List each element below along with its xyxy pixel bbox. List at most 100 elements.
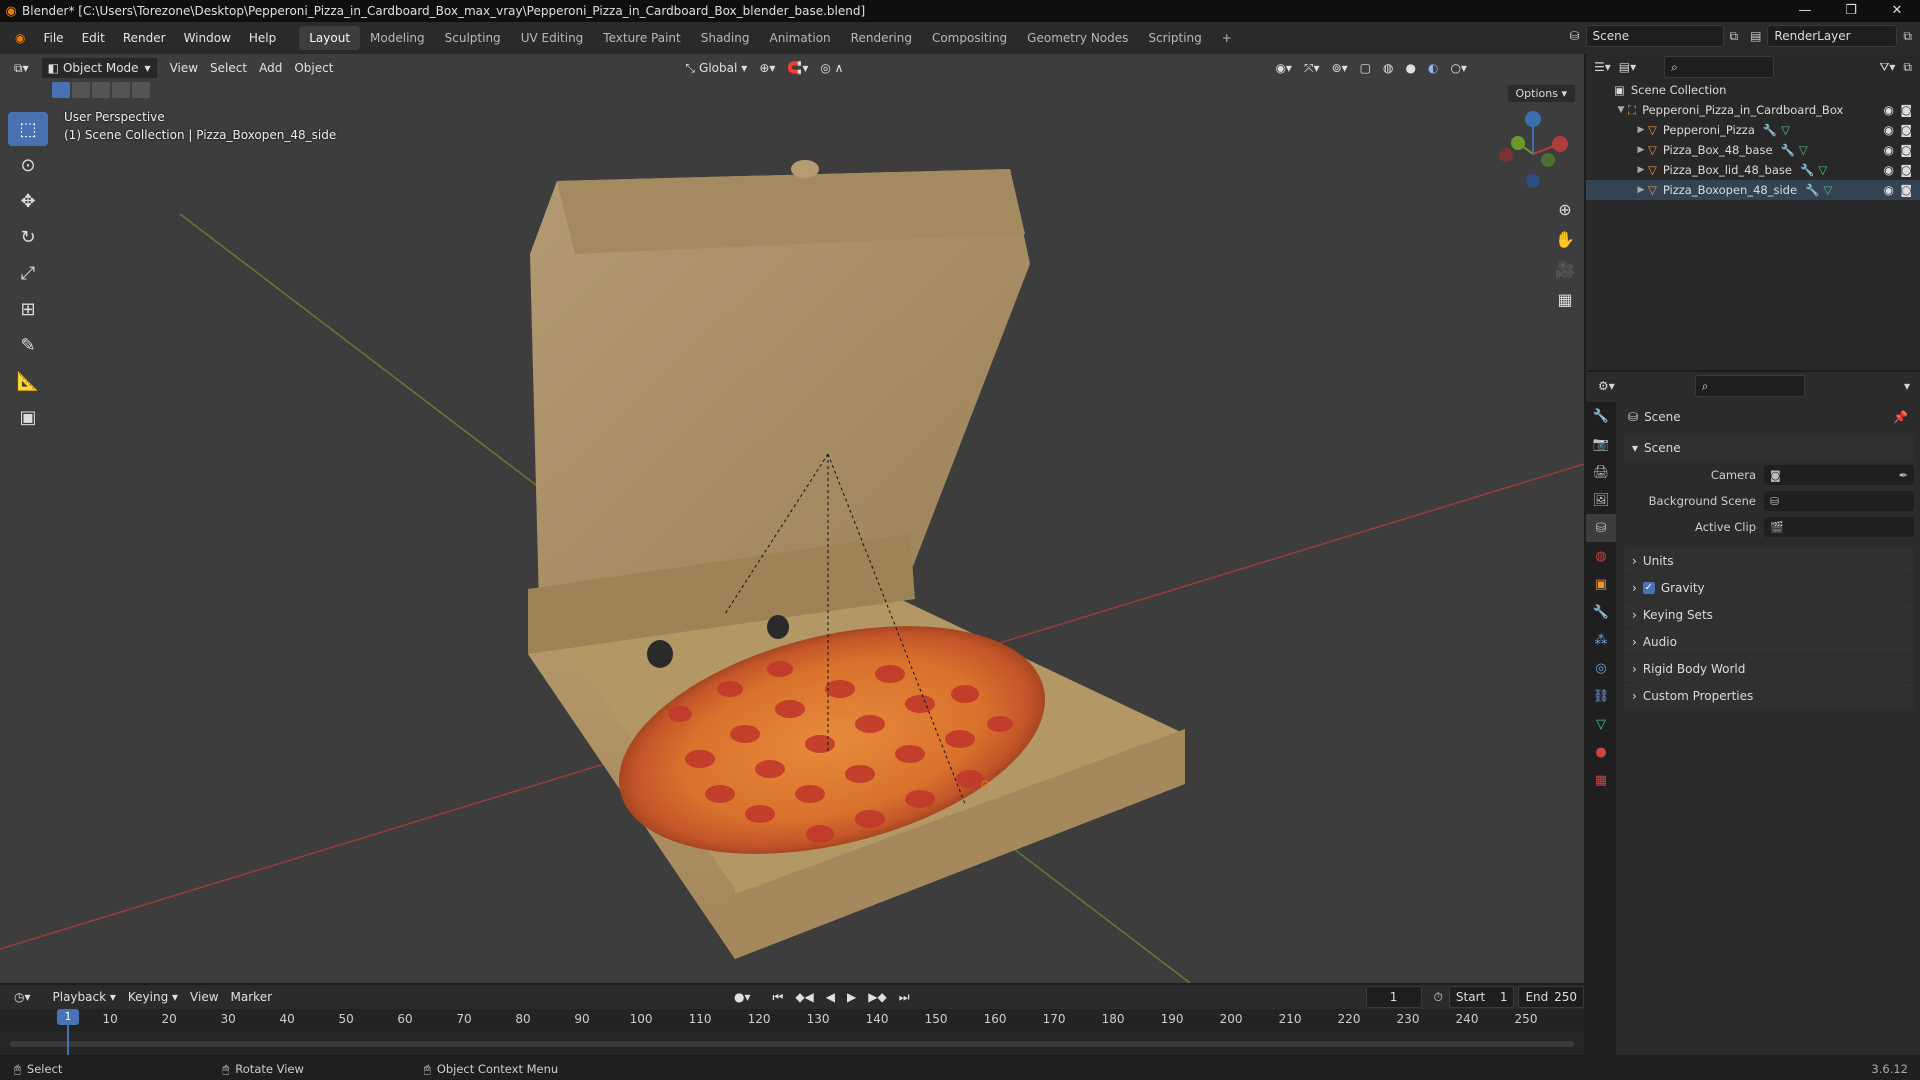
playhead[interactable]: 1 <box>57 1009 79 1025</box>
next-keyframe-icon[interactable]: ▶◆ <box>862 986 892 1008</box>
object-tab-icon[interactable]: ▣ <box>1586 570 1616 598</box>
cursor-icon[interactable]: ⊙ <box>8 148 48 182</box>
expand-right-icon[interactable]: ▶ <box>1634 165 1648 175</box>
timeline-scrollbar[interactable] <box>10 1041 1574 1047</box>
tab-geometry-nodes[interactable]: Geometry Nodes <box>1017 26 1138 50</box>
tab-modeling[interactable]: Modeling <box>360 26 435 50</box>
viewport-menu-select[interactable]: Select <box>204 57 253 79</box>
proportional-edit-icon[interactable]: ◎ ∧ <box>814 57 849 79</box>
tool-tab-icon[interactable]: 🔧 <box>1586 402 1616 430</box>
editor-type-icon[interactable]: ⧉▾ <box>8 57 35 79</box>
select-extend-icon[interactable] <box>72 82 90 98</box>
view-layer-selector[interactable]: RenderLayer <box>1767 25 1898 47</box>
rotate-icon[interactable]: ↻ <box>8 220 48 254</box>
minimize-button[interactable]: — <box>1782 0 1828 22</box>
keying-sets-panel[interactable]: › Keying Sets <box>1624 602 1914 628</box>
tab-rendering[interactable]: Rendering <box>841 26 922 50</box>
jump-end-icon[interactable]: ⏭ <box>893 986 916 1008</box>
editor-type-icon[interactable]: ☰▾ <box>1594 60 1611 74</box>
shading-material-icon[interactable]: ◐ <box>1422 57 1444 79</box>
eyedropper-icon[interactable]: ✒ <box>1899 469 1908 482</box>
xray-icon[interactable]: ▢ <box>1354 57 1377 79</box>
tab-sculpting[interactable]: Sculpting <box>435 26 511 50</box>
menu-marker[interactable]: Marker <box>225 986 278 1008</box>
close-button[interactable]: ✕ <box>1874 0 1920 22</box>
pin-icon[interactable]: 📌 <box>1893 410 1908 424</box>
expand-right-icon[interactable]: ▶ <box>1634 125 1648 135</box>
world-tab-icon[interactable]: ◍ <box>1586 542 1616 570</box>
play-icon[interactable]: ▶ <box>841 986 862 1008</box>
end-frame-field[interactable]: End 250 <box>1518 986 1585 1008</box>
render-camera-icon[interactable]: ◙ <box>1900 183 1912 197</box>
scene-icon[interactable]: ⛁ <box>1569 29 1579 43</box>
texture-tab-icon[interactable]: ▦ <box>1586 766 1616 794</box>
select-invert-icon[interactable] <box>112 82 130 98</box>
new-collection-icon[interactable]: ⧉ <box>1903 60 1912 75</box>
view-layer-tab-icon[interactable]: 🖼 <box>1586 486 1616 514</box>
add-cube-icon[interactable]: ▣ <box>8 400 48 434</box>
viewport-menu-object[interactable]: Object <box>288 57 339 79</box>
camera-selector[interactable]: ◙ ✒ <box>1764 465 1914 485</box>
tab-shading[interactable]: Shading <box>691 26 760 50</box>
shading-wireframe-icon[interactable]: ◍ <box>1377 57 1399 79</box>
render-tab-icon[interactable]: 📷 <box>1586 430 1616 458</box>
render-camera-icon[interactable]: ◙ <box>1900 143 1912 157</box>
tab-texture-paint[interactable]: Texture Paint <box>593 26 690 50</box>
measure-icon[interactable]: 📐 <box>8 364 48 398</box>
material-tab-icon[interactable]: ● <box>1586 738 1616 766</box>
tree-scene-collection[interactable]: ▣ Scene Collection <box>1586 80 1920 100</box>
output-tab-icon[interactable]: 🖨 <box>1586 458 1616 486</box>
gravity-panel[interactable]: › ✓ Gravity <box>1624 575 1914 601</box>
start-frame-field[interactable]: Start 1 <box>1448 986 1515 1008</box>
scale-icon[interactable]: ⤢ <box>8 256 48 290</box>
expand-down-icon[interactable]: ▼ <box>1614 105 1628 115</box>
record-icon[interactable]: ●▾ <box>728 986 757 1008</box>
mode-selector[interactable]: ◧ Object Mode ▾ <box>40 57 158 79</box>
units-panel[interactable]: › Units <box>1624 548 1914 574</box>
expand-right-icon[interactable]: ▶ <box>1634 145 1648 155</box>
menu-help[interactable]: Help <box>240 31 285 45</box>
custom-properties-panel[interactable]: › Custom Properties <box>1624 683 1914 709</box>
menu-window[interactable]: Window <box>175 31 240 45</box>
render-camera-icon[interactable]: ◙ <box>1900 103 1912 117</box>
shading-rendered-icon[interactable]: ○▾ <box>1444 57 1473 79</box>
display-mode-icon[interactable]: ▤▾ <box>1619 60 1636 74</box>
tree-collection[interactable]: ▼ ⛶ Pepperoni_Pizza_in_Cardboard_Box ◉ ◙ <box>1586 100 1920 120</box>
scene-panel-header[interactable]: ▾ Scene <box>1624 435 1914 461</box>
snap-icon[interactable]: 🧲▾ <box>781 57 814 79</box>
rigid-body-world-panel[interactable]: › Rigid Body World <box>1624 656 1914 682</box>
current-frame-field[interactable]: 1 <box>1365 986 1422 1008</box>
add-workspace-button[interactable]: + <box>1212 26 1242 50</box>
menu-keying[interactable]: Keying ▾ <box>122 986 184 1008</box>
stopwatch-icon[interactable]: ⏱ <box>1428 986 1449 1008</box>
options-button[interactable]: Options ▾ <box>1506 84 1576 103</box>
view-layer-icon[interactable]: ▤ <box>1750 29 1761 43</box>
eye-icon[interactable]: ◉ <box>1884 143 1894 157</box>
select-subtract-icon[interactable] <box>92 82 110 98</box>
camera-view-icon[interactable]: 🎥 <box>1550 254 1580 284</box>
constraints-tab-icon[interactable]: ⛓ <box>1586 682 1616 710</box>
play-reverse-icon[interactable]: ◀ <box>820 986 841 1008</box>
select-intersect-icon[interactable] <box>132 82 150 98</box>
tree-object-active[interactable]: ▶ ▽ Pizza_Boxopen_48_side 🔧 ▽ ◉ ◙ <box>1586 180 1920 200</box>
select-new-icon[interactable] <box>52 82 70 98</box>
expand-right-icon[interactable]: ▶ <box>1634 185 1648 195</box>
menu-render[interactable]: Render <box>114 31 175 45</box>
pivot-icon[interactable]: ⊕▾ <box>753 57 781 79</box>
editor-type-icon[interactable]: ◷▾ <box>8 986 37 1008</box>
overlays-icon[interactable]: ⊚▾ <box>1326 57 1354 79</box>
tab-compositing[interactable]: Compositing <box>922 26 1017 50</box>
viewport-menu-view[interactable]: View <box>164 57 204 79</box>
pan-hand-icon[interactable]: ✋ <box>1550 224 1580 254</box>
move-icon[interactable]: ✥ <box>8 184 48 218</box>
tab-uv-editing[interactable]: UV Editing <box>511 26 594 50</box>
orientation-selector[interactable]: ⤡ Global ▾ <box>679 57 753 79</box>
ortho-grid-icon[interactable]: ▦ <box>1550 284 1580 314</box>
prev-keyframe-icon[interactable]: ◆◀ <box>789 986 819 1008</box>
menu-edit[interactable]: Edit <box>73 31 114 45</box>
shading-solid-icon[interactable]: ● <box>1399 57 1421 79</box>
eye-icon[interactable]: ◉ <box>1884 103 1894 117</box>
audio-panel[interactable]: › Audio <box>1624 629 1914 655</box>
annotate-icon[interactable]: ✎ <box>8 328 48 362</box>
editor-type-icon[interactable]: ⚙▾ <box>1598 379 1615 393</box>
